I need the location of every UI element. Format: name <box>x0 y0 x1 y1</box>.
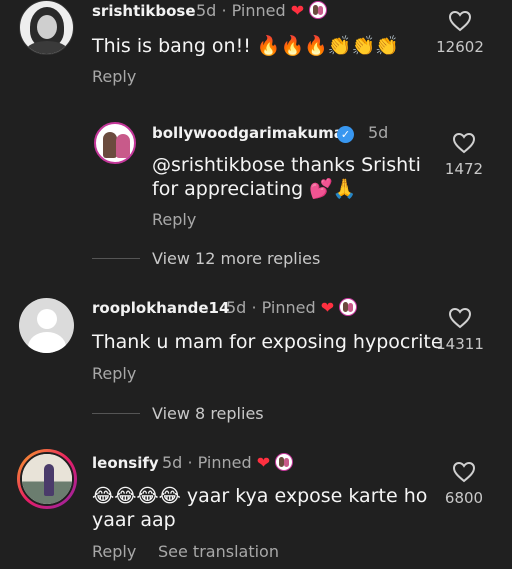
comment-text-line: for appreciating 💕🙏 <box>152 178 357 200</box>
separator: · <box>221 1 227 20</box>
comment-text-line: 😂😂😂😂 yaar kya expose karte ho <box>92 485 428 507</box>
like-count: 12602 <box>436 38 484 56</box>
reply-button[interactable]: Reply <box>152 210 196 229</box>
avatar-person <box>116 134 130 158</box>
creator-liked-heart-icon: ❤ <box>320 298 335 317</box>
comment-text-line: @srishtikbose thanks Srishti <box>152 154 421 176</box>
username[interactable]: bollywoodgarimakumar <box>152 124 351 142</box>
avatar-srishtikbose[interactable] <box>19 0 74 55</box>
default-avatar-shoulders <box>28 332 66 353</box>
pinned-label: Pinned <box>261 298 316 317</box>
like-button[interactable]: 14311 <box>430 307 490 353</box>
pinned-label: Pinned <box>197 453 252 472</box>
comment-age: 5d <box>162 453 183 472</box>
comment-text: Thank u mam for exposing hypocrite <box>92 331 443 353</box>
comment-meta: 5d · Pinned ❤ <box>162 453 294 472</box>
view-more-replies-button[interactable]: View 12 more replies <box>152 249 320 268</box>
like-button[interactable]: 12602 <box>430 10 490 56</box>
separator: · <box>187 453 193 472</box>
verified-badge-icon: ✓ <box>337 126 354 143</box>
avatar-body <box>26 41 68 54</box>
heart-outline-icon <box>452 132 476 154</box>
reply-button[interactable]: Reply <box>92 67 136 86</box>
avatar-face <box>37 15 57 39</box>
avatar-bollywoodgarimakumar[interactable] <box>94 122 136 164</box>
creator-liked-heart-icon: ❤ <box>256 453 271 472</box>
avatar-person <box>103 132 117 158</box>
replies-divider <box>92 413 140 414</box>
like-button[interactable]: 6800 <box>434 461 494 507</box>
like-count: 6800 <box>444 489 484 507</box>
comment-age: 5d <box>196 1 217 20</box>
reply-button[interactable]: Reply <box>92 364 136 383</box>
avatar-rooplokhande14[interactable] <box>19 298 74 353</box>
reply-button[interactable]: Reply <box>92 542 136 561</box>
comment-text-line: yaar aap <box>92 509 176 531</box>
view-replies-button[interactable]: View 8 replies <box>152 404 264 423</box>
default-avatar-head <box>37 309 57 329</box>
creator-mini-avatar <box>309 1 328 19</box>
comment-age: 5d <box>368 123 389 142</box>
comment-age: 5d <box>226 298 247 317</box>
creator-mini-avatar <box>339 298 358 316</box>
creator-mini-avatar <box>275 453 294 471</box>
comment-meta: 5d · Pinned ❤ <box>196 1 328 20</box>
heart-outline-icon <box>452 461 476 483</box>
username[interactable]: rooplokhande14 <box>92 299 229 317</box>
heart-outline-icon <box>448 307 472 329</box>
like-count: 14311 <box>436 335 484 353</box>
username[interactable]: leonsify <box>92 454 159 472</box>
like-button[interactable]: 1472 <box>434 132 494 178</box>
heart-outline-icon <box>448 10 472 32</box>
replies-divider <box>92 258 140 259</box>
pinned-label: Pinned <box>231 1 286 20</box>
username[interactable]: srishtikbose <box>92 2 196 20</box>
comment-meta: 5d · Pinned ❤ <box>226 298 358 317</box>
comment-text: This is bang on!! 🔥🔥🔥👏👏👏 <box>92 35 399 57</box>
creator-liked-heart-icon: ❤ <box>290 1 305 20</box>
avatar-leonsify[interactable] <box>17 449 77 509</box>
see-translation-button[interactable]: See translation <box>158 542 279 561</box>
avatar-person <box>44 464 54 496</box>
separator: · <box>251 298 257 317</box>
avatar-photo <box>20 452 74 506</box>
like-count: 1472 <box>444 160 484 178</box>
